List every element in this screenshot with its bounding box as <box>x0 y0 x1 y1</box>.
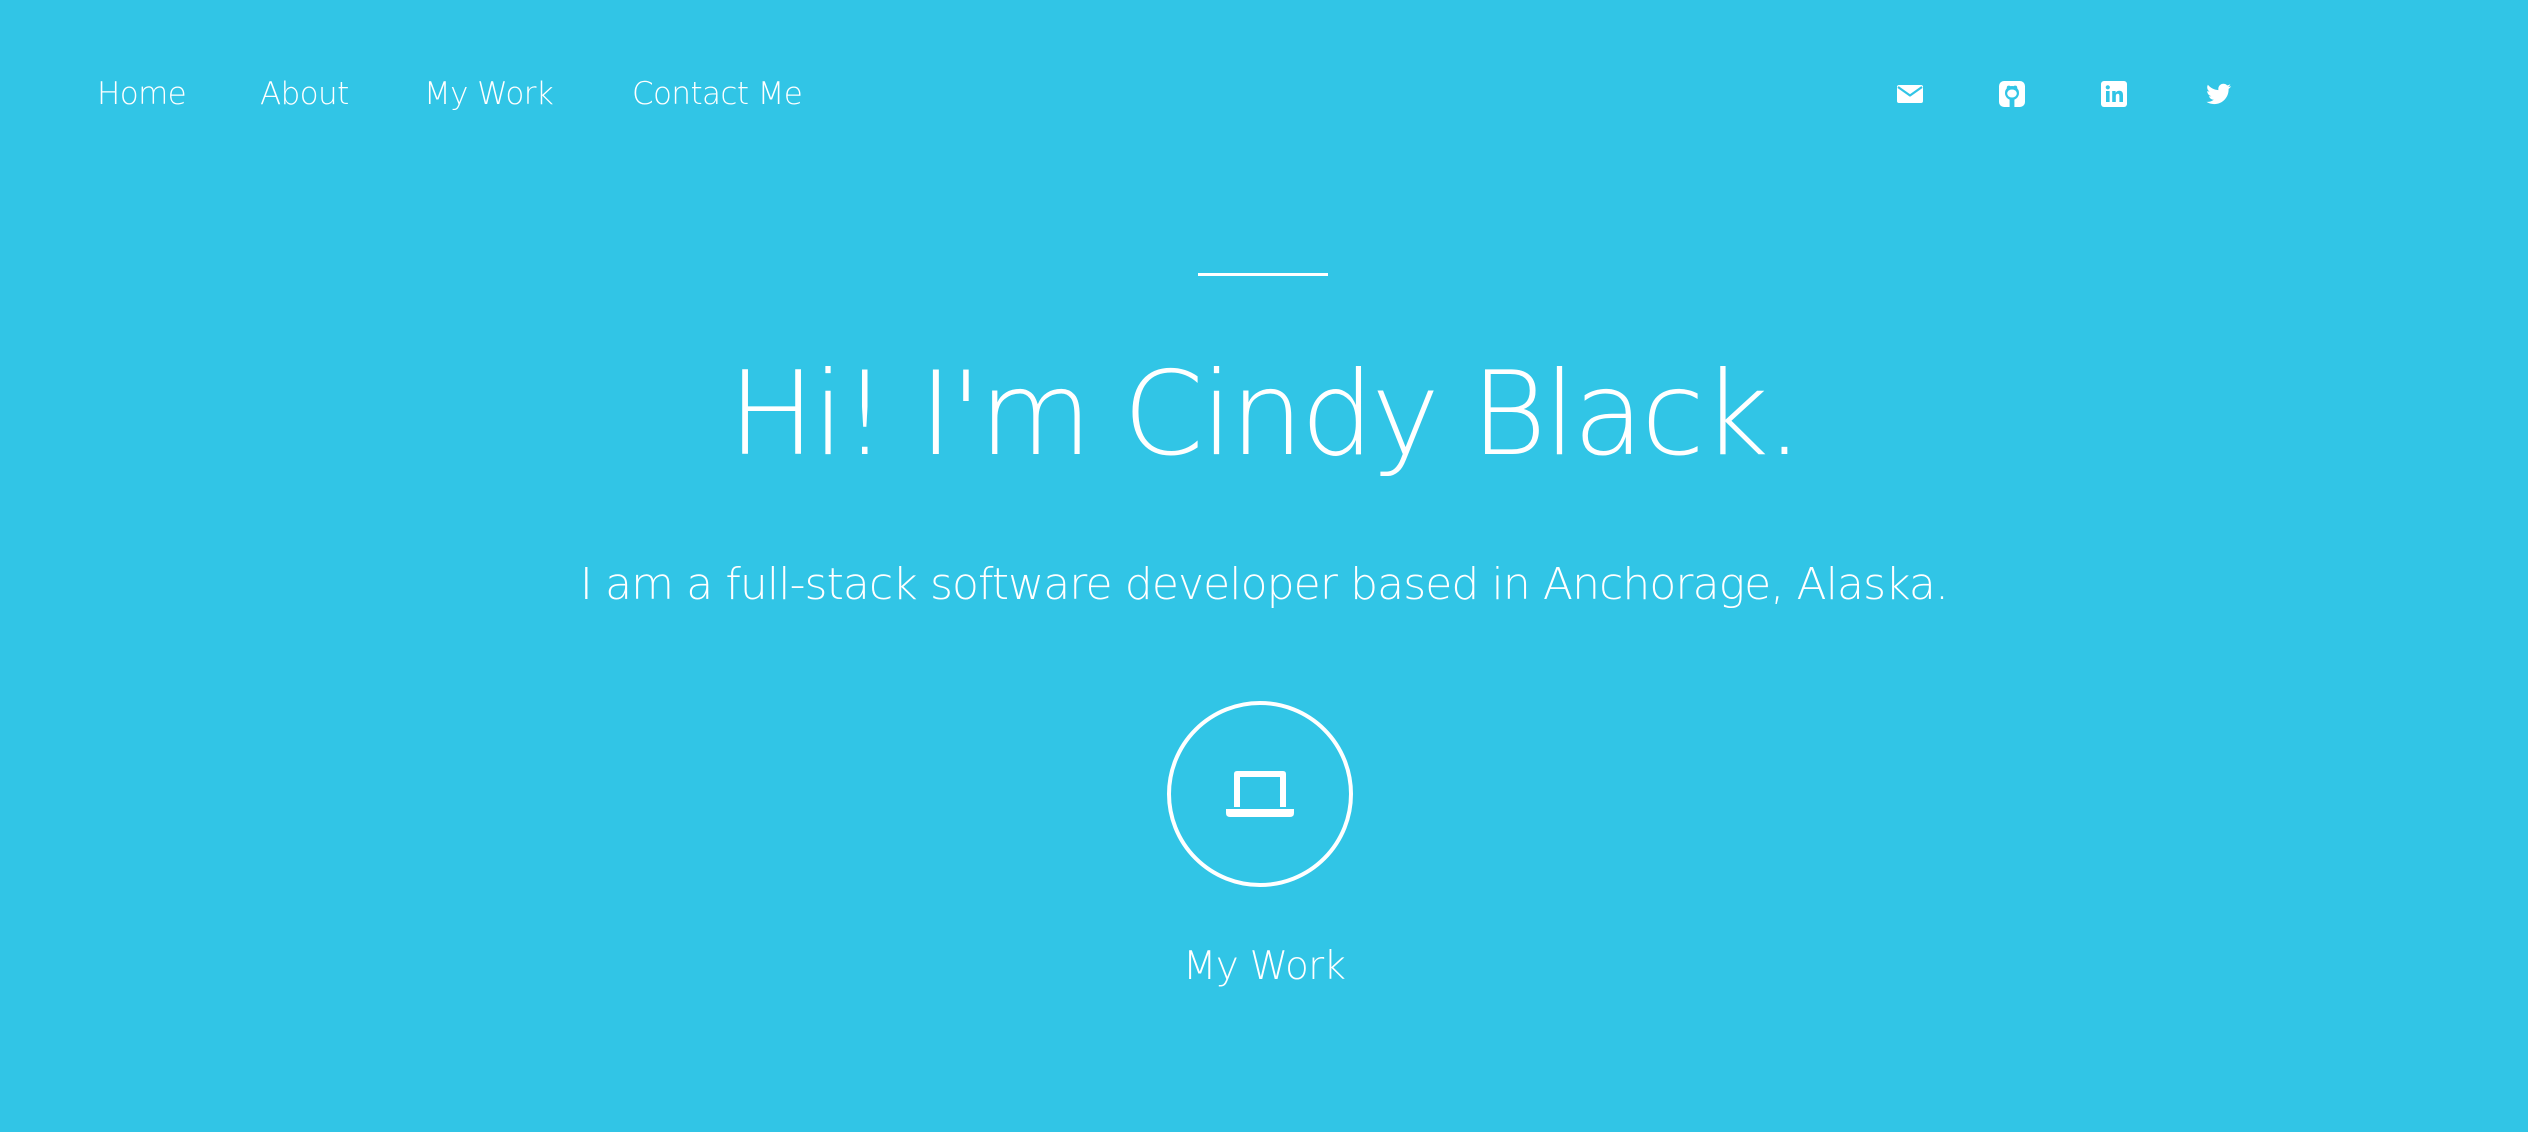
page: Home About My Work Contact Me Hi! I'm Ci… <box>0 0 2532 1132</box>
github-icon[interactable] <box>1993 75 2031 113</box>
twitter-icon[interactable] <box>2199 75 2237 113</box>
nav-about-link[interactable]: About <box>260 73 349 115</box>
nav-home-link[interactable]: Home <box>97 73 187 115</box>
nav-contact-me-link[interactable]: Contact Me <box>632 73 803 115</box>
nav-my-work-link[interactable]: My Work <box>424 73 554 115</box>
my-work-label[interactable]: My Work <box>0 941 2528 993</box>
linkedin-icon[interactable] <box>2095 75 2133 113</box>
hero-section: Home About My Work Contact Me Hi! I'm Ci… <box>0 0 2528 1132</box>
page-right-edge <box>2528 0 2532 1132</box>
envelope-icon[interactable] <box>1891 75 1929 113</box>
hero-headline: Hi! I'm Cindy Black. <box>728 347 1803 482</box>
laptop-icon <box>1226 771 1294 817</box>
my-work-button[interactable] <box>1167 701 1353 887</box>
hero-tagline: I am a full-stack software developer bas… <box>579 559 1949 610</box>
hero-divider <box>1198 273 1328 276</box>
